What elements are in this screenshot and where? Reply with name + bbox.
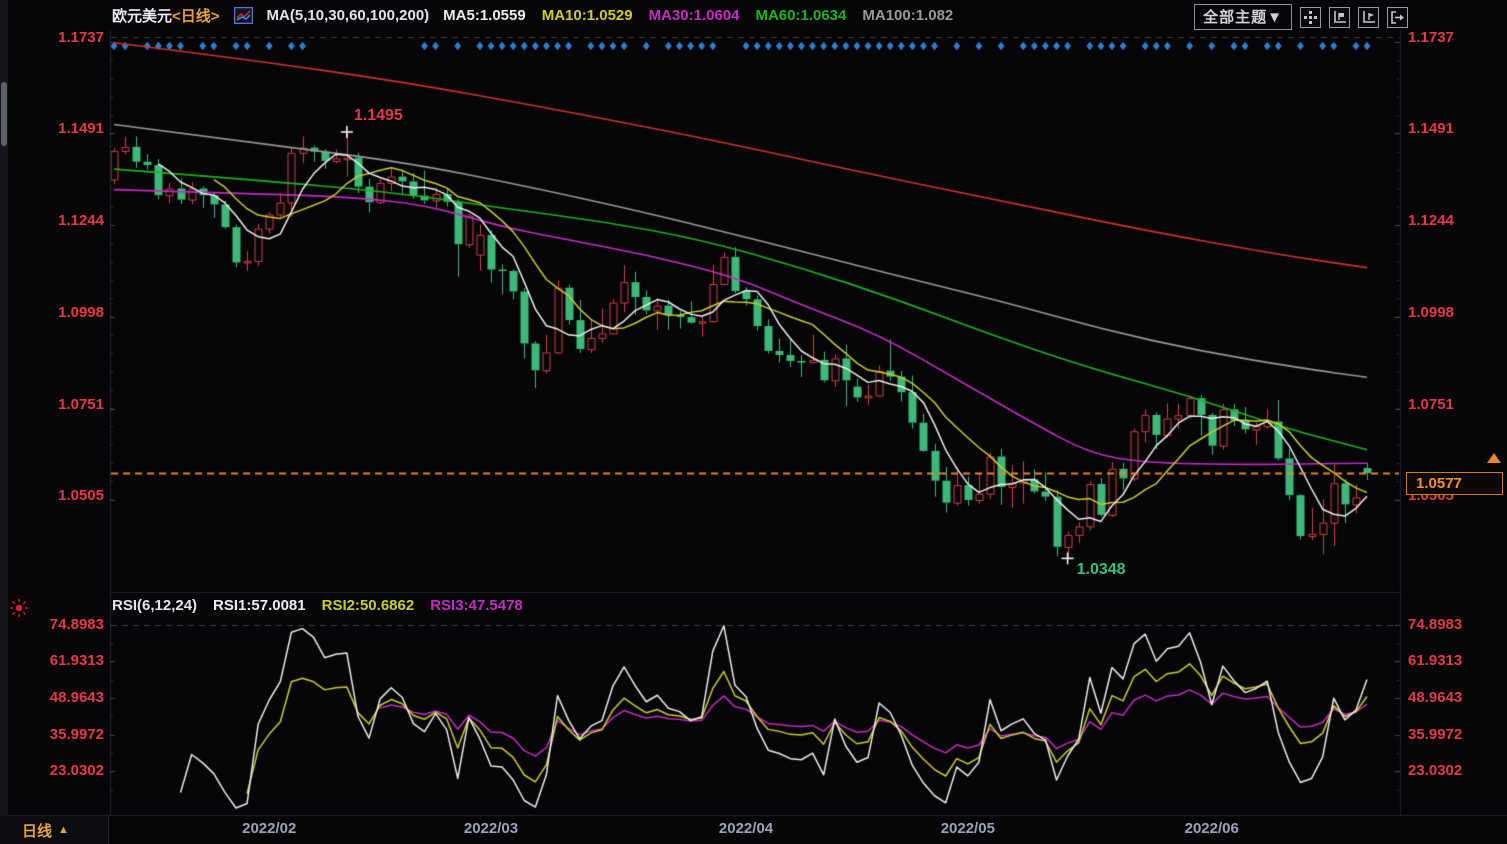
- high-price-annotation: 1.1495: [354, 107, 403, 125]
- rsi-axis-label-left: 74.8983: [0, 616, 104, 634]
- price-axis-label-right: 1.1737: [1408, 29, 1504, 47]
- ma-legend-item: MA100:1.082: [862, 7, 953, 24]
- current-price-badge: 1.0577: [1406, 472, 1503, 495]
- rsi-group-label: RSI(6,12,24): [112, 597, 197, 614]
- crosshair-move-icon[interactable]: [1300, 7, 1321, 28]
- price-axis-label-left: 1.1244: [0, 212, 104, 230]
- theme-selector-dropdown[interactable]: 全部主题▼: [1194, 4, 1292, 30]
- triangle-up-icon: ▲: [58, 824, 69, 836]
- rsi-axis-label-left: 61.9313: [0, 652, 104, 670]
- rsi-readout: RSI2:50.6862: [322, 597, 415, 614]
- ma-legend-item: MA60:1.0634: [755, 7, 846, 24]
- price-axis-label-left: 1.1737: [0, 29, 104, 47]
- rsi-legend: RSI1:57.0081 RSI2:50.6862 RSI3:47.5478: [213, 597, 523, 614]
- date-axis-label: 2022/04: [708, 820, 784, 837]
- ma-group-label: MA(5,10,30,60,100,200): [267, 7, 430, 24]
- rsi-axis-label-left: 48.9643: [0, 689, 104, 707]
- rsi-readout: RSI3:47.5478: [430, 597, 523, 614]
- price-chart-canvas[interactable]: [0, 0, 1507, 844]
- axis-pennant-icon[interactable]: [1358, 7, 1379, 28]
- rsi-axis-label-left: 23.0302: [0, 762, 104, 780]
- red-sun-icon: [8, 598, 30, 618]
- price-axis-label-right: 1.0751: [1408, 396, 1504, 414]
- period-selector-label: 日线: [22, 820, 52, 841]
- price-axis-label-right: 1.1244: [1408, 212, 1504, 230]
- rsi-axis-label-right: 48.9643: [1408, 689, 1504, 707]
- main-chart-header: 欧元美元<日线> MA(5,10,30,60,100,200) MA5:1.05…: [112, 5, 953, 26]
- date-axis-label: 2022/05: [930, 820, 1006, 837]
- left-scrollbar[interactable]: [0, 0, 8, 844]
- rsi-axis-label-right: 35.9972: [1408, 726, 1504, 744]
- price-axis-label-left: 1.0751: [0, 396, 104, 414]
- date-axis-label: 2022/06: [1174, 820, 1250, 837]
- header-right-controls: 全部主题▼: [1194, 4, 1408, 30]
- exit-arrow-icon[interactable]: [1387, 7, 1408, 28]
- period-tag: <日线>: [172, 8, 220, 25]
- rsi-axis-label-right: 61.9313: [1408, 652, 1504, 670]
- price-axis-label-right: 1.1491: [1408, 120, 1504, 138]
- rsi-header: RSI(6,12,24) RSI1:57.0081RSI2:50.6862RSI…: [112, 597, 523, 614]
- price-axis-label-right: 1.0998: [1408, 304, 1504, 322]
- axis-flag-icon[interactable]: [1329, 7, 1350, 28]
- trading-chart-window: 欧元美元<日线> MA(5,10,30,60,100,200) MA5:1.05…: [0, 0, 1507, 844]
- price-axis-label-left: 1.0505: [0, 487, 104, 505]
- symbol-title: 欧元美元<日线>: [112, 5, 220, 26]
- ma-legend-item: MA30:1.0604: [649, 7, 740, 24]
- price-axis-label-left: 1.0998: [0, 304, 104, 322]
- rsi-axis-label-right: 23.0302: [1408, 762, 1504, 780]
- rsi-axis-label-left: 35.9972: [0, 726, 104, 744]
- current-price-value: 1.0577: [1416, 475, 1462, 492]
- ma-legend-item: MA5:1.0559: [443, 7, 526, 24]
- date-axis-label: 2022/02: [231, 820, 307, 837]
- ma-legend: MA5:1.0559 MA10:1.0529 MA30:1.0604 MA60:1.0…: [443, 7, 953, 24]
- low-price-annotation: 1.0348: [1077, 561, 1126, 579]
- period-selector[interactable]: 日线 ▲: [0, 816, 109, 844]
- rsi-axis-label-right: 74.8983: [1408, 616, 1504, 634]
- price-axis-label-left: 1.1491: [0, 120, 104, 138]
- symbol-name: 欧元美元: [112, 8, 172, 25]
- latest-price-arrow-icon: [1487, 453, 1501, 463]
- ma-legend-item: MA10:1.0529: [542, 7, 633, 24]
- date-axis-label: 2022/03: [453, 820, 529, 837]
- candlestick-chart-icon[interactable]: [234, 7, 253, 24]
- rsi-readout: RSI1:57.0081: [213, 597, 306, 614]
- scrollbar-thumb[interactable]: [1, 82, 7, 146]
